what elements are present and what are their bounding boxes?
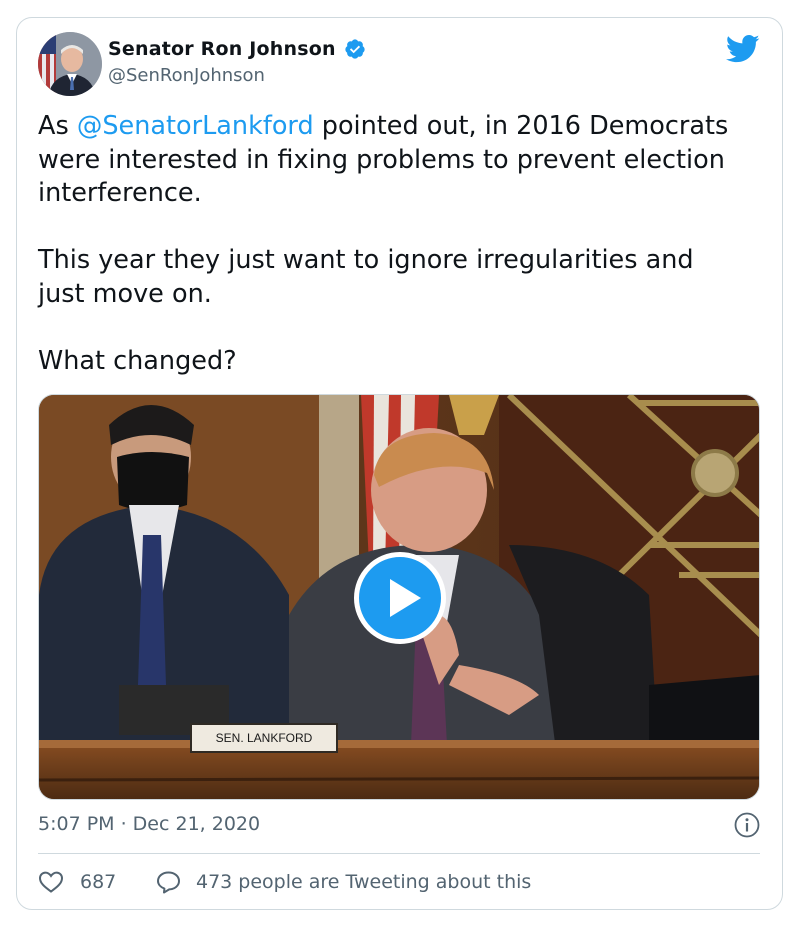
tweet-line: What changed? [38, 345, 237, 376]
verified-badge-icon [345, 39, 365, 59]
author-name[interactable]: Senator Ron Johnson [108, 38, 336, 60]
tweet-text-segment: As [38, 111, 77, 141]
conversation-text: 473 people are Tweeting about this [196, 871, 532, 893]
tweet-text-segment: pointed out, in 2016 Democrats [313, 111, 729, 141]
like-count: 687 [80, 871, 117, 893]
speech-bubble-icon [157, 871, 180, 894]
divider [38, 853, 760, 854]
play-icon [390, 579, 421, 617]
info-icon[interactable] [734, 812, 760, 838]
conversation-link[interactable]: 473 people are Tweeting about this [156, 868, 531, 896]
tweet-line: just move on. [38, 278, 212, 309]
video-player[interactable]: SEN. LANKFORD [38, 394, 760, 800]
author-handle[interactable]: @SenRonJohnson [108, 65, 265, 86]
play-button[interactable] [354, 552, 446, 644]
tweet-line: This year they just want to ignore irreg… [38, 245, 694, 275]
tweet-timestamp[interactable]: 5:07 PM · Dec 21, 2020 [38, 813, 260, 835]
tweet-line: were interested in fixing problems to pr… [38, 144, 725, 175]
like-button[interactable]: 687 [38, 868, 116, 896]
twitter-bird-icon[interactable] [726, 34, 760, 64]
nameplate-label: SEN. LANKFORD [215, 731, 313, 745]
avatar-photo [38, 32, 102, 96]
mention-link[interactable]: @SenatorLankford [77, 111, 314, 141]
tweet-line: interference. [38, 178, 202, 208]
author-avatar[interactable] [38, 32, 102, 96]
tweet-text: As @SenatorLankford pointed out, in 2016… [38, 110, 768, 378]
tweet-line: As @SenatorLankford pointed out, in 2016… [38, 110, 768, 144]
heart-icon [38, 871, 64, 893]
